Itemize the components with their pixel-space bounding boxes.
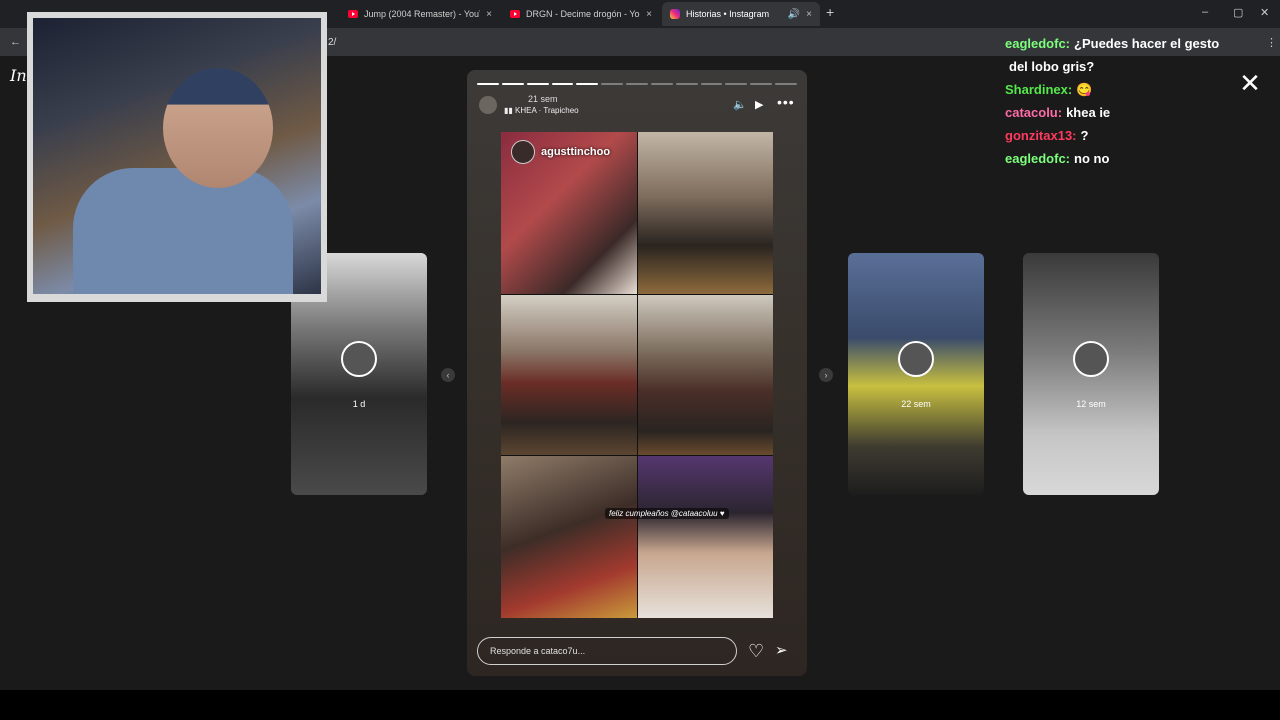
chat-text: khea ie [1066, 105, 1111, 120]
reply-input[interactable] [478, 638, 730, 664]
chat-message: eagledofc: no no [1005, 147, 1265, 170]
chat-text: no no [1074, 151, 1110, 166]
webcam-feed [33, 18, 321, 294]
birthday-caption: feliz cumpleaños @cataacoluu ♥ [605, 508, 729, 519]
maximize-button[interactable]: ▢ [1233, 6, 1243, 19]
progress-segment [501, 83, 524, 85]
browser-menu-icon[interactable]: ⋮ [1266, 36, 1277, 49]
instagram-icon [670, 9, 680, 19]
collage-username: agusttinchoo [541, 146, 611, 158]
tab-youtube-drgn[interactable]: DRGN - Decime drogón - YouT × [502, 4, 660, 24]
chat-username[interactable]: Shardinex: [1005, 82, 1072, 97]
previous-story-button[interactable]: ‹ [441, 368, 455, 382]
chat-message: catacolu: khea ie [1005, 101, 1265, 124]
progress-segment [526, 83, 549, 85]
stream-chat-overlay: eagledofc: ¿Puedes hacer el gesto del lobo… [1005, 32, 1265, 170]
youtube-icon [510, 10, 520, 18]
close-window-button[interactable]: ✕ [1260, 6, 1269, 19]
collage-photo [637, 132, 773, 294]
tab-title: DRGN - Decime drogón - YouT [526, 9, 641, 19]
collage-photo [501, 456, 637, 618]
collage-photo [637, 295, 773, 455]
new-tab-button[interactable]: + [826, 4, 834, 20]
side-story-right-2[interactable]: 12 sem [1023, 253, 1159, 495]
progress-segment [675, 83, 698, 85]
progress-segment [725, 83, 748, 85]
taskbar-strip [0, 690, 1280, 720]
chat-text: ¿Puedes hacer el gesto [1074, 36, 1220, 51]
avatar[interactable] [479, 96, 497, 114]
progress-segment [626, 83, 648, 85]
minimize-button[interactable]: – [1202, 6, 1208, 18]
story-time: 22 sem [901, 399, 931, 409]
story-time: 12 sem [1076, 399, 1106, 409]
more-options-icon[interactable]: ••• [777, 94, 795, 110]
chat-username[interactable]: eagledofc: [1005, 151, 1070, 166]
tab-youtube-jump[interactable]: Jump (2004 Remaster) - YouTu × [340, 4, 500, 24]
speaker-icon[interactable]: 🔊 [788, 9, 800, 20]
avatar [898, 341, 934, 377]
tab-title: Jump (2004 Remaster) - YouTu [364, 9, 481, 19]
avatar [341, 341, 377, 377]
collage-photo [637, 456, 773, 618]
progress-segment [775, 83, 797, 85]
streamer-body [73, 168, 293, 294]
avatar [511, 140, 535, 164]
chat-text: del lobo gris? [1009, 59, 1095, 74]
streamer-head [163, 68, 273, 188]
instagram-logo[interactable]: In [10, 66, 27, 85]
story-time: 21 sem [528, 94, 558, 104]
play-icon[interactable]: ▶ [755, 98, 763, 111]
tab-title: Historias • Instagram [686, 9, 770, 19]
youtube-icon [348, 10, 358, 18]
back-arrow-icon[interactable]: ← [10, 36, 21, 48]
chat-text: ? [1080, 128, 1089, 143]
collage-photo: agusttinchoo [501, 132, 637, 294]
heart-icon[interactable]: ♡ [748, 642, 764, 660]
story-progress-bar [477, 83, 797, 85]
progress-segment [551, 83, 574, 85]
chat-message: gonzitax13:? [1005, 124, 1265, 147]
progress-segment [576, 83, 599, 85]
url-text: 2/ [328, 37, 337, 48]
story-music: ▮▮ KHEA · Trapicheo [504, 106, 579, 115]
story-time: 1 d [352, 399, 366, 409]
progress-segment [750, 83, 773, 85]
chat-username[interactable]: catacolu: [1005, 105, 1062, 120]
chat-message: del lobo gris? [1005, 55, 1265, 78]
tab-instagram-stories[interactable]: Historias • Instagram 🔊 × [662, 2, 820, 26]
chat-message: Shardinex: 😋 [1005, 78, 1265, 101]
close-tab-icon[interactable]: × [806, 9, 812, 20]
close-tab-icon[interactable]: × [646, 9, 652, 20]
chat-username[interactable]: eagledofc: [1005, 36, 1070, 51]
progress-segment [650, 83, 673, 85]
next-story-button[interactable]: › [819, 368, 833, 382]
chat-username[interactable]: gonzitax13: [1005, 128, 1077, 143]
progress-segment [477, 83, 499, 85]
side-story-right-1[interactable]: 22 sem [848, 253, 984, 495]
music-label: KHEA · Trapicheo [515, 106, 579, 115]
current-story[interactable]: 21 sem ▮▮ KHEA · Trapicheo 🔈 ▶ ••• agust… [467, 70, 807, 676]
music-bars-icon: ▮▮ [504, 106, 513, 115]
send-icon[interactable]: ➢ [775, 642, 788, 660]
progress-segment [700, 83, 723, 85]
collage-photo [501, 295, 637, 455]
volume-icon[interactable]: 🔈 [733, 98, 747, 111]
avatar [1073, 341, 1109, 377]
reply-field[interactable] [477, 637, 737, 665]
close-tab-icon[interactable]: × [486, 9, 492, 20]
progress-segment [601, 83, 624, 85]
photo-collage: agusttinchoo feliz cumpleaños @cataacolu… [501, 132, 773, 618]
webcam-overlay [27, 12, 327, 302]
chat-message: eagledofc: ¿Puedes hacer el gesto [1005, 32, 1265, 55]
collage-user-tag: agusttinchoo [511, 140, 610, 164]
chat-text: 😋 [1076, 82, 1093, 97]
